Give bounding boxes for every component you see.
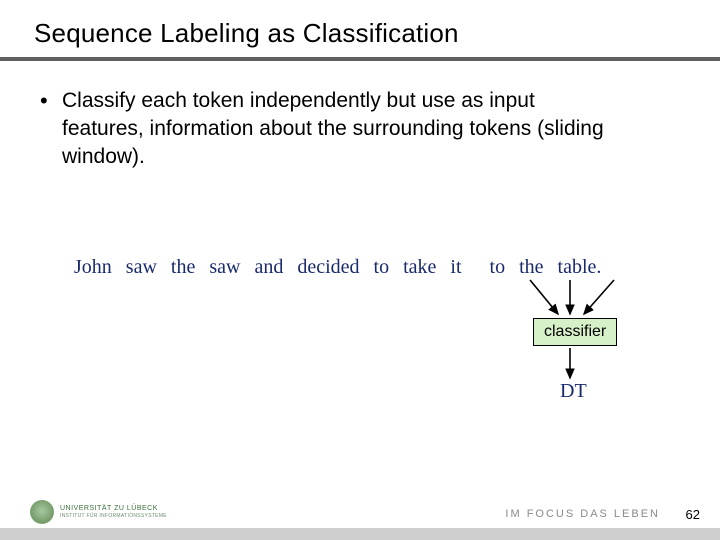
- bullet-marker: •: [40, 87, 62, 115]
- example-sentence: John saw the saw and decided to take it …: [74, 256, 610, 279]
- arrow-in-right: [584, 280, 614, 314]
- footer-logo: UNIVERSITÄT ZU LÜBECK INSTITUT FÜR INFOR…: [30, 500, 167, 524]
- token: saw: [209, 256, 240, 279]
- classifier-box: classifier: [533, 318, 617, 346]
- university-name: UNIVERSITÄT ZU LÜBECK: [60, 505, 167, 513]
- token: the: [519, 256, 543, 279]
- bullet-text: Classify each token independently but us…: [62, 87, 622, 171]
- institute-name: INSTITUT FÜR INFORMATIONSSYSTEME: [60, 513, 167, 519]
- body: • Classify each token independently but …: [0, 61, 720, 171]
- page-number: 62: [686, 507, 700, 522]
- university-text-block: UNIVERSITÄT ZU LÜBECK INSTITUT FÜR INFOR…: [60, 505, 167, 519]
- token: take: [403, 256, 436, 279]
- university-seal-icon: [30, 500, 54, 524]
- arrow-in-left: [530, 280, 558, 314]
- footer-tagline: IM FOCUS DAS LEBEN: [505, 508, 660, 520]
- token: decided: [297, 256, 359, 279]
- token: it: [450, 256, 461, 279]
- slide: Sequence Labeling as Classification • Cl…: [0, 0, 720, 540]
- footer: UNIVERSITÄT ZU LÜBECK INSTITUT FÜR INFOR…: [0, 482, 720, 540]
- token: the: [171, 256, 195, 279]
- bullet-item: • Classify each token independently but …: [40, 87, 680, 171]
- footer-bar: [0, 528, 720, 540]
- token: table.: [558, 256, 602, 279]
- output-label: DT: [560, 380, 587, 403]
- token: to: [490, 256, 506, 279]
- slide-title: Sequence Labeling as Classification: [0, 0, 720, 57]
- token: to: [374, 256, 390, 279]
- token: and: [254, 256, 283, 279]
- token: John: [74, 256, 112, 279]
- token: saw: [126, 256, 157, 279]
